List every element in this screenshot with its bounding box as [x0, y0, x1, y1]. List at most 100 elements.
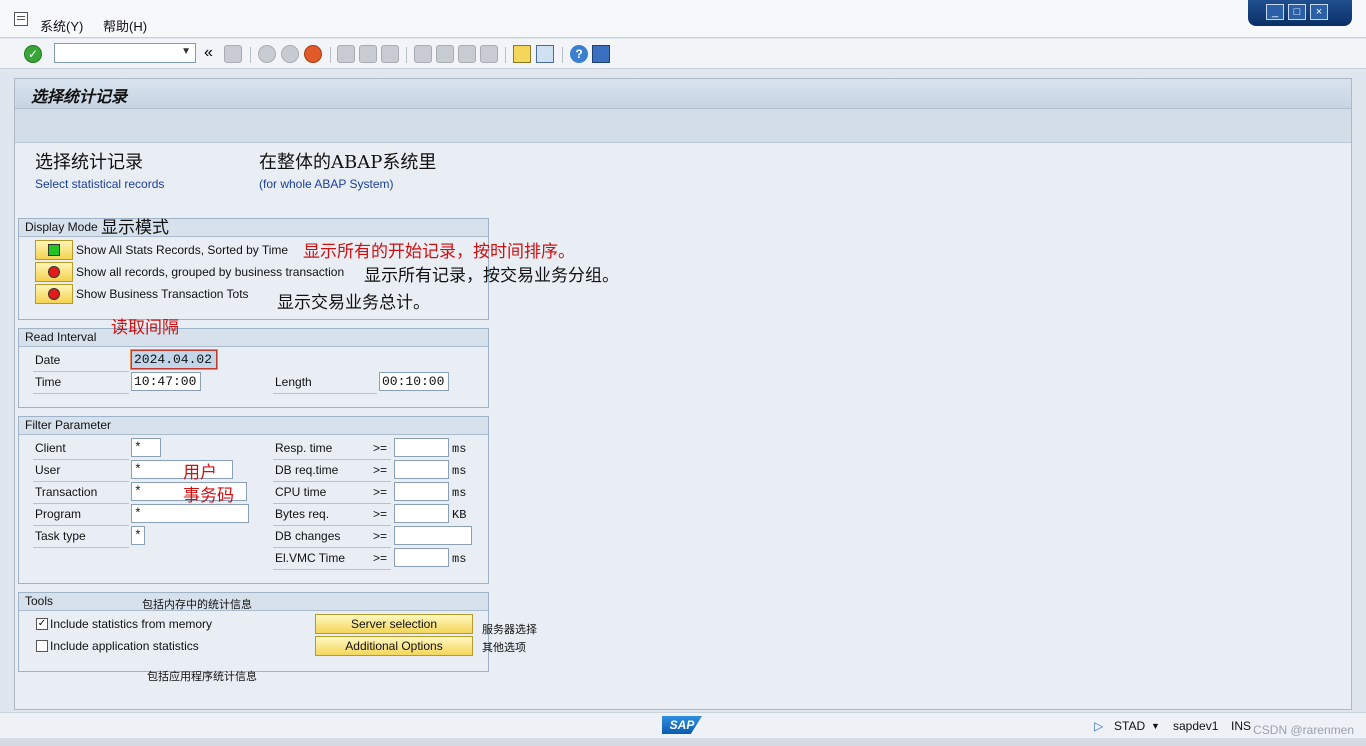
transaction-tots-note: 显示交易业务总计。 — [277, 293, 430, 313]
length-label: Length — [275, 375, 312, 389]
radio-transaction-tots[interactable] — [35, 284, 73, 304]
filter-parameter-header: Filter Parameter — [19, 417, 488, 435]
back-double-icon[interactable]: « — [204, 45, 222, 63]
back-icon[interactable] — [258, 45, 276, 63]
tools-group: Tools ✓ Include statistics from memory I… — [18, 592, 489, 672]
date-field[interactable]: 2024.04.02 — [131, 350, 217, 369]
new-session-icon[interactable] — [513, 45, 531, 63]
user-field[interactable]: * — [131, 460, 233, 479]
db-req-time-op: >= — [373, 463, 388, 477]
transaction-label: Transaction — [35, 485, 98, 499]
sap-logo: SAP — [662, 716, 702, 734]
all-records-note: 显示所有的开始记录，按时间排序。 — [303, 242, 575, 262]
memory-stats-note: 包括内存中的统计信息 — [142, 598, 252, 611]
server-selection-note: 服务器选择 — [482, 623, 537, 636]
next-page-icon[interactable] — [458, 45, 476, 63]
include-memory-checkbox[interactable]: ✓ — [36, 618, 48, 630]
db-changes-field[interactable] — [394, 526, 472, 545]
shortcut-icon[interactable] — [536, 45, 554, 63]
minimize-icon[interactable]: _ — [1266, 4, 1284, 20]
status-toggle-icon[interactable]: ▷ — [1094, 719, 1103, 733]
enter-icon[interactable]: ✓ — [24, 45, 42, 63]
radio-grouped-records-label: Show all records, grouped by business tr… — [76, 265, 345, 279]
find-next-icon[interactable] — [381, 45, 399, 63]
time-label: Time — [35, 375, 62, 389]
menu-system[interactable]: 系统(Y) — [40, 16, 83, 35]
db-req-time-unit: ms — [452, 464, 467, 478]
taskbar — [0, 738, 1366, 746]
maximize-icon[interactable]: □ — [1288, 4, 1306, 20]
resp-time-field[interactable] — [394, 438, 449, 457]
tools-title: Tools — [25, 594, 54, 608]
length-field[interactable]: 00:10:00 — [379, 372, 449, 391]
heading-en: Select statistical records — [35, 177, 165, 191]
cpu-time-op: >= — [373, 485, 388, 499]
cancel-icon[interactable] — [304, 45, 322, 63]
include-memory-label: Include statistics from memory — [50, 617, 213, 631]
date-label: Date — [35, 353, 61, 367]
standard-toolbar: ✓ ▼ « ? — [0, 39, 1366, 69]
cpu-time-unit: ms — [452, 486, 467, 500]
prev-page-icon[interactable] — [436, 45, 454, 63]
menu-help[interactable]: 帮助(H) — [103, 16, 147, 35]
red-circle-icon — [48, 266, 60, 278]
content-area: 选择统计记录 Select statistical records 在整体的AB… — [15, 143, 1351, 709]
red-circle-icon — [48, 288, 60, 300]
command-field[interactable]: ▼ — [54, 43, 196, 63]
read-interval-note: 读取间隔 — [111, 318, 179, 338]
grouped-records-note: 显示所有记录，按交易业务分组。 — [364, 266, 619, 286]
time-field[interactable]: 10:47:00 — [131, 372, 201, 391]
db-changes-label: DB changes — [275, 529, 341, 543]
app-stats-note: 包括应用程序统计信息 — [147, 670, 257, 683]
radio-all-records-label: Show All Stats Records, Sorted by Time — [76, 243, 289, 257]
chevron-down-icon[interactable]: ▼ — [181, 46, 191, 57]
radio-grouped-records[interactable] — [35, 262, 73, 282]
close-icon[interactable]: × — [1310, 4, 1328, 20]
task-type-field[interactable]: * — [131, 526, 145, 545]
title-bar: 选择统计记录 — [15, 79, 1351, 109]
heading-cn: 选择统计记录 — [35, 152, 143, 173]
db-req-time-field[interactable] — [394, 460, 449, 479]
last-page-icon[interactable] — [480, 45, 498, 63]
resp-time-label: Resp. time — [275, 441, 333, 455]
el-vmc-time-field[interactable] — [394, 548, 449, 567]
additional-options-note: 其他选项 — [482, 641, 526, 654]
additional-options-button[interactable]: Additional Options — [315, 636, 473, 656]
radio-all-records[interactable] — [35, 240, 73, 260]
exit-icon[interactable] — [281, 45, 299, 63]
bytes-req-label: Bytes req. — [275, 507, 330, 521]
display-mode-header: Display Mode — [19, 219, 488, 237]
green-square-icon — [48, 244, 60, 256]
cpu-time-field[interactable] — [394, 482, 449, 501]
transaction-note: 事务码 — [183, 486, 234, 506]
el-vmc-time-op: >= — [373, 551, 388, 565]
first-page-icon[interactable] — [414, 45, 432, 63]
client-label: Client — [35, 441, 66, 455]
cpu-time-label: CPU time — [275, 485, 327, 499]
scope-cn: 在整体的ABAP系统里 — [259, 152, 437, 173]
application-toolbar — [15, 109, 1351, 143]
bytes-req-field[interactable] — [394, 504, 449, 523]
db-req-time-label: DB req.time — [275, 463, 339, 477]
include-app-label: Include application statistics — [50, 639, 199, 653]
watermark: CSDN @rarenmen — [1253, 723, 1354, 737]
window-controls: _ □ × — [1248, 0, 1352, 26]
user-label: User — [35, 463, 61, 477]
read-interval-group: Read Interval Date 2024.04.02 Time 10:47… — [18, 328, 489, 408]
save-icon[interactable] — [224, 45, 242, 63]
print-icon[interactable] — [337, 45, 355, 63]
include-app-checkbox[interactable] — [36, 640, 48, 652]
find-icon[interactable] — [359, 45, 377, 63]
display-mode-title: Display Mode — [25, 220, 98, 234]
task-type-label: Task type — [35, 529, 86, 543]
layout-icon[interactable] — [592, 45, 610, 63]
status-dropdown-icon[interactable]: ▼ — [1151, 721, 1160, 731]
read-interval-title: Read Interval — [25, 330, 97, 344]
status-mode: INS — [1231, 719, 1252, 733]
read-interval-header: Read Interval — [19, 329, 488, 347]
server-selection-button[interactable]: Server selection — [315, 614, 473, 634]
help-icon[interactable]: ? — [570, 45, 588, 63]
menu-icon[interactable] — [14, 12, 28, 26]
client-field[interactable]: * — [131, 438, 161, 457]
program-field[interactable]: * — [131, 504, 249, 523]
